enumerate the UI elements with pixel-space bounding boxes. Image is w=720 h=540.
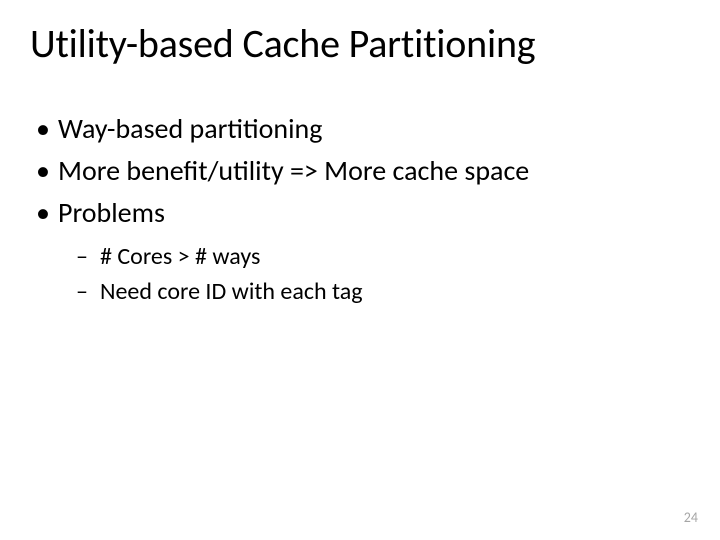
bullet-item: • Way-based partitioning [30, 110, 690, 148]
slide-body: • Way-based partitioning • More benefit/… [30, 110, 690, 310]
slide: Utility-based Cache Partitioning • Way-b… [0, 0, 720, 540]
sub-bullet-item: – # Cores > # ways [76, 241, 690, 273]
sub-bullet-item: – Need core ID with each tag [76, 276, 690, 308]
bullet-text: Way-based partitioning [58, 111, 322, 146]
bullet-item: • Problems [30, 194, 690, 232]
page-number: 24 [684, 509, 698, 526]
bullet-text: More benefit/utility => More cache space [58, 153, 529, 188]
bullet-icon: • [36, 110, 50, 148]
bullet-text: Problems [58, 195, 165, 230]
sub-bullet-text: # Cores > # ways [100, 242, 260, 271]
sub-bullet-list: – # Cores > # ways – Need core ID with e… [30, 241, 690, 308]
bullet-item: • More benefit/utility => More cache spa… [30, 152, 690, 190]
dash-icon: – [76, 276, 88, 308]
slide-title: Utility-based Cache Partitioning [30, 22, 690, 66]
bullet-icon: • [36, 152, 50, 190]
sub-bullet-text: Need core ID with each tag [100, 277, 363, 306]
dash-icon: – [76, 241, 88, 273]
bullet-icon: • [36, 194, 50, 232]
